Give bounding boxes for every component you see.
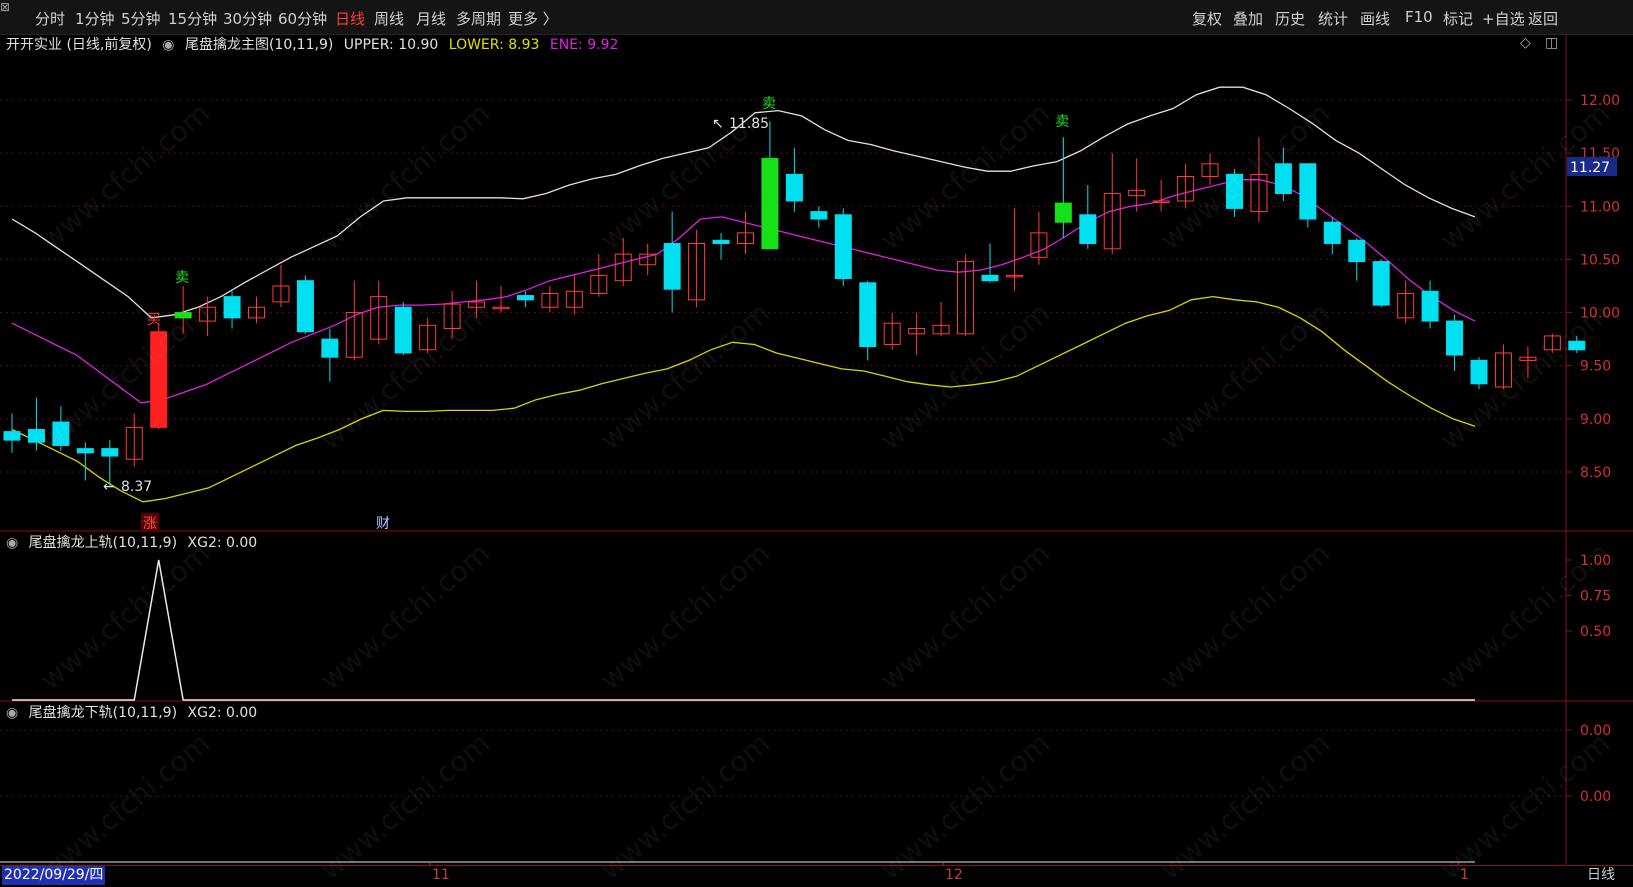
- candle-body: [296, 280, 314, 333]
- lower-band-line: [11, 295, 1476, 503]
- price-tick-label: 10.50: [1580, 252, 1620, 268]
- candle-body: [1348, 239, 1366, 263]
- candle-body: [834, 214, 852, 280]
- candle-body: [761, 157, 779, 250]
- buy-mark: 买: [147, 312, 161, 328]
- candle-body: [174, 312, 192, 319]
- sell-mark: 卖: [175, 270, 189, 286]
- candle-body: [27, 428, 45, 443]
- price-tick-label: 11.00: [1580, 199, 1620, 215]
- high-label-arrow: ↖: [712, 116, 724, 132]
- candle-body: [321, 338, 339, 358]
- sub1-chart: 1.00 0.75 0.50: [12, 553, 1611, 701]
- ene-line: [11, 179, 1476, 404]
- candle-body: [1299, 163, 1317, 220]
- sub2-tick-label: 0.00: [1580, 723, 1611, 739]
- candle-body: [223, 296, 241, 319]
- sub1-tick-label: 0.75: [1580, 589, 1611, 605]
- indicator-lines: [11, 86, 1476, 503]
- low-label: 8.37: [121, 479, 152, 495]
- cursor-date: 2022/09/29/四: [2, 866, 106, 885]
- candle-body: [1226, 173, 1243, 209]
- bottom-bar: 2022/09/29/四 11 12 1 日线: [0, 865, 1633, 886]
- candle-body: [76, 448, 94, 454]
- sub1-tick-label: 0.50: [1580, 624, 1611, 640]
- candle-body: [785, 173, 803, 202]
- high-label: 11.85: [729, 116, 769, 132]
- month-1: 1: [1460, 867, 1469, 883]
- sub1-tick-label: 1.00: [1580, 553, 1611, 569]
- candle-body: [859, 282, 877, 348]
- price-tick-label: 8.50: [1580, 465, 1611, 481]
- candle-body: [1421, 290, 1439, 322]
- candle-body: [1568, 340, 1586, 351]
- price-tick-label: 9.00: [1580, 412, 1611, 428]
- kline-chart[interactable]: 12.0011.5011.0010.5010.009.509.008.50 卖卖…: [0, 0, 1633, 865]
- price-tick-label: 9.50: [1580, 359, 1611, 375]
- candle-body: [3, 431, 21, 441]
- low-label-arrow: ←: [103, 479, 115, 495]
- candle-body: [394, 306, 412, 354]
- month-11: 11: [432, 867, 450, 883]
- candle-body: [150, 331, 168, 428]
- candle-body: [52, 421, 70, 446]
- sub1-signal-line: [12, 559, 1475, 701]
- sell-mark: 卖: [1055, 114, 1069, 130]
- candle-body: [663, 242, 681, 290]
- month-12: 12: [945, 867, 963, 883]
- current-price: 11.27: [1570, 160, 1610, 176]
- signal-marks: 卖卖卖买: [147, 96, 1070, 328]
- candle-body: [101, 448, 119, 457]
- candle-body: [1323, 221, 1341, 244]
- candle-body: [1372, 261, 1390, 306]
- candlesticks: [3, 121, 1586, 486]
- grid-lines: [0, 99, 1566, 473]
- candle-body: [1054, 202, 1072, 223]
- candle-body: [810, 211, 828, 220]
- candle-body: [1274, 163, 1292, 195]
- event-rise: 涨: [143, 516, 157, 532]
- sub2-tick-label: 0.00: [1580, 789, 1611, 805]
- price-axis: 12.0011.5011.0010.5010.009.509.008.50: [1566, 93, 1620, 481]
- candle-body: [981, 274, 999, 282]
- candle-body: [1446, 320, 1464, 356]
- price-tick-label: 10.00: [1580, 306, 1620, 322]
- candle-body: [1470, 359, 1488, 385]
- event-fin: 财: [376, 516, 390, 532]
- sell-mark: 卖: [762, 96, 776, 112]
- candle-body: [516, 295, 534, 301]
- candle-body: [712, 239, 730, 244]
- candle-body: [1079, 214, 1097, 244]
- period-label[interactable]: 日线: [1587, 866, 1615, 885]
- sub2-chart: 0.00 0.00: [0, 723, 1611, 865]
- price-tick-label: 12.00: [1580, 93, 1620, 109]
